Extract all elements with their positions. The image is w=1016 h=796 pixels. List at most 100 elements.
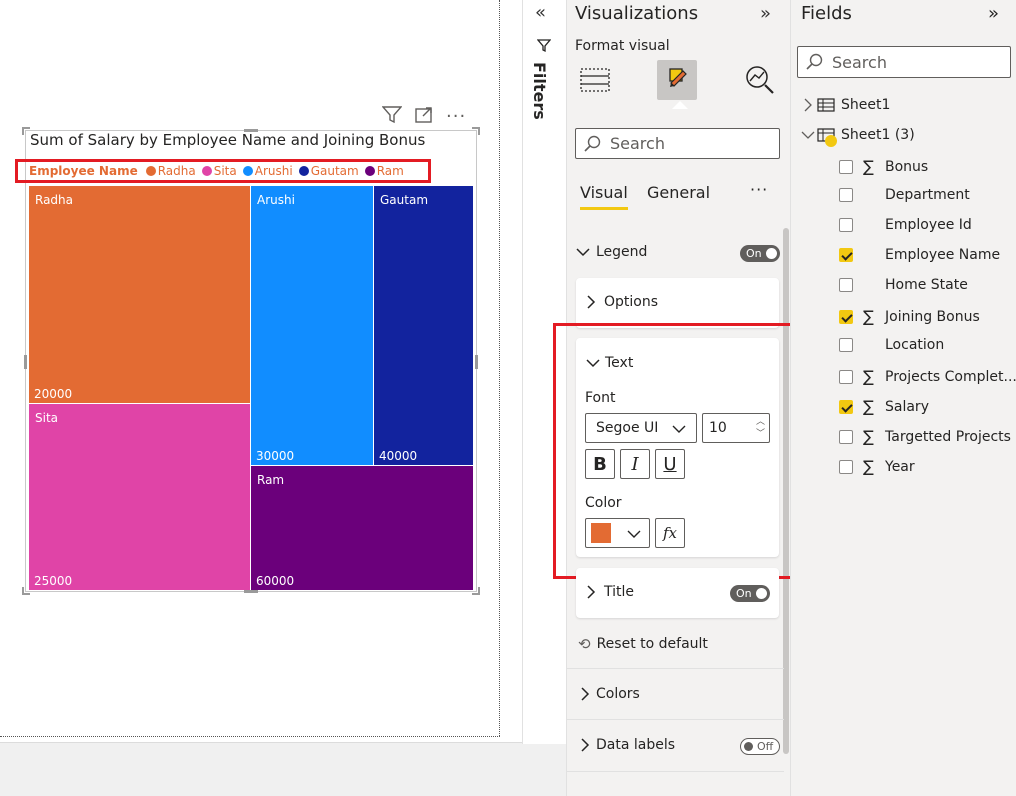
tile-value: 60000: [256, 574, 295, 588]
tile-label: Arushi: [257, 193, 295, 207]
chevron-right-icon: [587, 295, 596, 309]
tile-value: 25000: [34, 574, 73, 588]
field-checkbox[interactable]: [839, 278, 853, 292]
filter-icon[interactable]: [381, 106, 403, 128]
toggle-label: On: [746, 247, 762, 260]
field-salary[interactable]: ∑ Salary: [839, 397, 929, 416]
field-checkbox[interactable]: [839, 159, 853, 174]
field-checkbox[interactable]: [839, 188, 853, 202]
format-search-input[interactable]: Search: [575, 128, 780, 159]
sigma-icon: ∑: [863, 157, 874, 176]
tile-value: 20000: [34, 387, 73, 401]
selected-pointer: [672, 101, 688, 109]
table-in-use-icon: [817, 128, 837, 147]
analytics-icon[interactable]: [740, 60, 780, 100]
field-employee-name[interactable]: Employee Name: [839, 247, 1000, 263]
field-name: Bonus: [885, 158, 929, 175]
field-name: Location: [885, 337, 945, 353]
collapse-chevron-icon[interactable]: »: [988, 3, 999, 24]
field-year[interactable]: ∑ Year: [839, 457, 915, 476]
filter-icon: [536, 38, 552, 57]
focus-mode-icon[interactable]: [414, 106, 434, 128]
tab-visual[interactable]: Visual: [580, 183, 628, 210]
table-node-sheet1[interactable]: Sheet1: [803, 97, 890, 113]
filters-label[interactable]: Filters: [530, 62, 549, 120]
title-toggle[interactable]: On: [730, 585, 770, 602]
tile-value: 40000: [379, 449, 418, 463]
field-employee-id[interactable]: Employee Id: [839, 217, 972, 233]
tile-value: 30000: [256, 449, 295, 463]
search-icon: [806, 53, 823, 70]
table-icon: [817, 98, 835, 112]
expand-chevron-icon[interactable]: «: [535, 2, 546, 23]
treemap-tile-arushi[interactable]: Arushi 30000: [251, 186, 373, 465]
field-department[interactable]: Department: [839, 187, 970, 203]
title-section-header[interactable]: Title: [586, 584, 634, 600]
data-labels-section-header[interactable]: Data labels: [580, 737, 675, 753]
treemap-tile-gautam[interactable]: Gautam 40000: [374, 186, 473, 465]
legend-section-header[interactable]: Legend: [576, 244, 647, 260]
treemap-tile-radha[interactable]: Radha 20000: [29, 186, 250, 403]
treemap-tile-ram[interactable]: Ram 60000: [251, 466, 473, 590]
canvas-edge: [499, 0, 500, 736]
field-checkbox[interactable]: [839, 399, 853, 414]
tab-general[interactable]: General: [647, 183, 710, 202]
text-card-highlight-box: [553, 323, 811, 579]
field-checkbox[interactable]: [839, 338, 853, 352]
field-name: Targetted Projects: [885, 428, 1011, 445]
resize-handle[interactable]: [472, 587, 480, 595]
format-visual-label: Format visual: [575, 38, 670, 54]
field-name: Employee Id: [885, 217, 972, 233]
field-bonus[interactable]: ∑ Bonus: [839, 157, 928, 176]
chevron-right-icon: [581, 687, 590, 701]
fields-title: Fields: [801, 3, 852, 24]
resize-handle[interactable]: [22, 127, 30, 135]
table-node-sheet1-3[interactable]: Sheet1 (3): [801, 127, 915, 147]
build-visual-icon[interactable]: [575, 60, 615, 100]
chevron-right-icon: [587, 585, 596, 599]
field-home-state[interactable]: Home State: [839, 277, 968, 293]
colors-section-header[interactable]: Colors: [580, 686, 640, 702]
toggle-label: On: [736, 587, 752, 600]
field-checkbox[interactable]: [839, 248, 853, 262]
resize-handle[interactable]: [475, 355, 478, 369]
more-options-icon[interactable]: ···: [446, 108, 466, 126]
resize-handle[interactable]: [244, 590, 258, 593]
search-icon: [584, 135, 601, 152]
field-name: Joining Bonus: [885, 308, 980, 325]
field-projects-completed[interactable]: ∑ Projects Complet...: [839, 367, 1016, 386]
field-joining-bonus[interactable]: ∑ Joining Bonus: [839, 307, 980, 326]
reset-to-default-button[interactable]: ⟲ Reset to default: [578, 635, 708, 653]
format-brush-icon[interactable]: [657, 60, 697, 100]
resize-handle[interactable]: [472, 127, 480, 135]
tile-label: Ram: [257, 473, 285, 487]
resize-handle[interactable]: [24, 355, 27, 369]
more-options-button[interactable]: ···: [750, 180, 768, 199]
field-checkbox[interactable]: [839, 218, 853, 232]
tile-label: Radha: [35, 193, 74, 207]
collapse-chevron-icon[interactable]: »: [760, 3, 771, 24]
tile-label: Sita: [35, 411, 59, 425]
fields-search-input[interactable]: Search: [797, 46, 1011, 78]
field-checkbox[interactable]: [839, 429, 853, 444]
legend-highlight-box: [15, 159, 431, 183]
options-section-header[interactable]: Options: [586, 294, 658, 310]
field-targetted-projects[interactable]: ∑ Targetted Projects: [839, 427, 1011, 446]
field-location[interactable]: Location: [839, 337, 944, 353]
field-name: Projects Complet...: [885, 368, 1016, 385]
legend-section-label: Legend: [596, 244, 648, 260]
field-checkbox[interactable]: [839, 459, 853, 474]
page-tabs-bar: [0, 742, 566, 796]
reset-icon: ⟲: [578, 635, 591, 653]
legend-toggle[interactable]: On: [740, 245, 780, 262]
toggle-knob: [766, 248, 777, 259]
toggle-knob: [756, 588, 767, 599]
toggle-label: Off: [757, 740, 774, 753]
divider: [566, 719, 784, 720]
field-checkbox[interactable]: [839, 309, 853, 324]
field-checkbox[interactable]: [839, 369, 853, 384]
treemap-tile-sita[interactable]: Sita 25000: [29, 404, 250, 590]
field-name: Department: [885, 187, 970, 203]
data-labels-toggle[interactable]: Off: [740, 738, 780, 755]
reset-label: Reset to default: [596, 636, 708, 652]
